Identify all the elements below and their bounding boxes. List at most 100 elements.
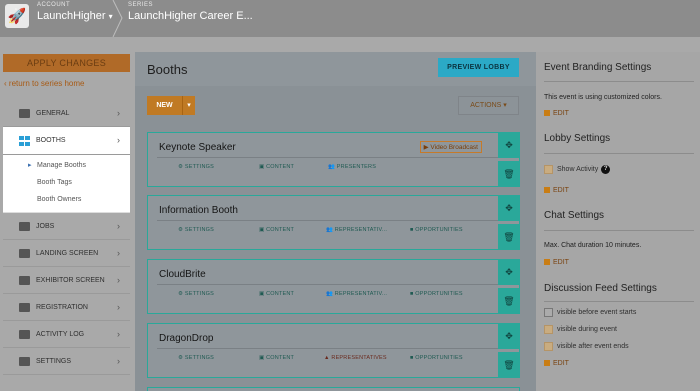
new-dropdown-caret-icon[interactable]: ▾ [182, 96, 195, 115]
booth-presenters-link[interactable]: 👥 PRESENTERS [328, 164, 376, 170]
rocket-logo-icon[interactable]: 🚀 [5, 4, 29, 28]
arrows-icon [18, 329, 30, 339]
account-selector[interactable]: ACCOUNT LaunchHigher ▾ [37, 2, 113, 22]
booth-action-column: ✥ 🗑 [498, 259, 520, 314]
sidebar-item-label: ACTIVITY LOG [36, 330, 85, 338]
feed-after-checkbox[interactable]: visible after event ends [544, 342, 629, 351]
sidebar-item-landing-screen[interactable]: LANDING SCREEN › [3, 240, 130, 267]
chat-text: Max. Chat duration 10 minutes. [544, 242, 642, 249]
chevron-right-icon: › [117, 248, 120, 258]
feed-during-checkbox[interactable]: visible during event [544, 325, 617, 334]
booths-panel: Booths PREVIEW LOBBY NEW ▾ ACTIONS ▾ Key… [135, 52, 536, 391]
new-booth-button[interactable]: NEW [147, 96, 182, 115]
booth-content-link[interactable]: ▣ CONTENT [259, 227, 294, 233]
gear-icon [18, 356, 30, 366]
trash-icon[interactable]: 🗑 [498, 352, 520, 378]
return-to-series-link[interactable]: ‹ return to series home [4, 79, 85, 88]
booth-content-link[interactable]: ▣ CONTENT [259, 291, 294, 297]
caret-down-icon: ▾ [503, 102, 507, 109]
edit-icon [544, 360, 550, 367]
move-icon[interactable]: ✥ [498, 259, 520, 285]
booth-action-column: ✥ 🗑 [498, 132, 520, 187]
move-icon[interactable]: ✥ [498, 323, 520, 349]
divider [157, 220, 503, 221]
edit-icon [544, 110, 550, 117]
series-caption: SERIES [128, 2, 154, 8]
edit-icon [544, 187, 550, 194]
booth-tag-label: Video Broadcast [430, 144, 478, 151]
submenu-booth-owners[interactable]: Booth Owners [3, 191, 130, 208]
show-activity-checkbox[interactable]: Show Activity? [544, 165, 611, 174]
submenu-manage-booths[interactable]: Manage Booths [3, 157, 130, 174]
divider [544, 301, 694, 302]
image-icon [18, 248, 30, 258]
booth-card: Information Booth ⚙ SETTINGS ▣ CONTENT 👥… [147, 195, 520, 250]
booth-action-column: ✥ 🗑 [498, 323, 520, 378]
sidebar-item-booths[interactable]: BOOTHS › [3, 127, 130, 155]
branding-edit-link[interactable]: EDIT [544, 110, 569, 117]
warning-icon: ▲ [324, 355, 330, 361]
sidebar-item-settings[interactable]: SETTINGS › [3, 348, 130, 375]
form-icon [18, 302, 30, 312]
branding-title: Event Branding Settings [544, 62, 652, 73]
apply-changes-button[interactable]: APPLY CHANGES [3, 54, 130, 72]
divider [544, 230, 694, 231]
image-icon [18, 275, 30, 285]
sidebar-item-activity-log[interactable]: ACTIVITY LOG › [3, 321, 130, 348]
booth-name: Information Booth [159, 205, 238, 216]
chevron-right-icon: › [117, 329, 120, 339]
chevron-left-icon: ‹ [4, 79, 7, 88]
booth-card: Keynote Speaker ▶ Video Broadcast ⚙ SETT… [147, 132, 520, 187]
booth-card [147, 387, 520, 391]
booth-name: CloudBrite [159, 269, 206, 280]
booth-representatives-link[interactable]: ▲ REPRESENTATIVES [324, 355, 387, 361]
feed-edit-link[interactable]: EDIT [544, 360, 569, 367]
page-title: Booths [147, 62, 188, 77]
series-selector[interactable]: SERIES LaunchHigher Career E... [128, 2, 253, 22]
divider [157, 157, 503, 158]
sidebar-item-label: JOBS [36, 222, 55, 230]
sidebar-item-label: BOOTHS [36, 137, 66, 144]
return-link-label: return to series home [8, 79, 85, 88]
help-icon[interactable]: ? [601, 165, 611, 174]
chat-edit-link[interactable]: EDIT [544, 259, 569, 266]
booth-name: DragonDrop [159, 333, 214, 344]
booth-settings-link[interactable]: ⚙ SETTINGS [178, 164, 214, 170]
booth-opportunities-link[interactable]: ■ OPPORTUNITIES [410, 355, 463, 361]
divider [544, 81, 694, 82]
booth-settings-link[interactable]: ⚙ SETTINGS [178, 291, 214, 297]
chevron-right-icon: › [117, 302, 120, 312]
actions-label: ACTIONS [470, 102, 502, 109]
checkbox-checked-icon [544, 342, 553, 351]
trash-icon[interactable]: 🗑 [498, 224, 520, 250]
booth-settings-link[interactable]: ⚙ SETTINGS [178, 227, 214, 233]
actions-dropdown-button[interactable]: ACTIONS ▾ [458, 96, 519, 115]
account-name: LaunchHigher [37, 10, 106, 22]
edit-icon [544, 259, 550, 266]
submenu-booth-tags[interactable]: Booth Tags [3, 174, 130, 191]
move-icon[interactable]: ✥ [498, 132, 520, 158]
booth-tag-badge: ▶ Video Broadcast [419, 141, 482, 153]
booth-representatives-link[interactable]: 👥 REPRESENTATIV... [326, 291, 387, 297]
booth-opportunities-link[interactable]: ■ OPPORTUNITIES [410, 227, 463, 233]
booth-content-link[interactable]: ▣ CONTENT [259, 355, 294, 361]
booth-card: CloudBrite ⚙ SETTINGS ▣ CONTENT 👥 REPRES… [147, 259, 520, 314]
booth-representatives-link[interactable]: 👥 REPRESENTATIV... [326, 227, 387, 233]
chat-title: Chat Settings [544, 210, 605, 221]
sidebar-item-general[interactable]: GENERAL › [3, 100, 130, 127]
trash-icon[interactable]: 🗑 [498, 288, 520, 314]
lobby-edit-link[interactable]: EDIT [544, 187, 569, 194]
booth-settings-link[interactable]: ⚙ SETTINGS [178, 355, 214, 361]
series-name: LaunchHigher Career E... [128, 10, 253, 22]
sidebar-item-exhibitor-screen[interactable]: EXHIBITOR SCREEN › [3, 267, 130, 294]
sidebar-item-registration[interactable]: REGISTRATION › [3, 294, 130, 321]
feed-before-checkbox[interactable]: visible before event starts [544, 308, 636, 317]
booth-content-link[interactable]: ▣ CONTENT [259, 164, 294, 170]
trash-icon[interactable]: 🗑 [498, 161, 520, 187]
move-icon[interactable]: ✥ [498, 195, 520, 221]
info-icon [18, 108, 30, 118]
booth-opportunities-link[interactable]: ■ OPPORTUNITIES [410, 291, 463, 297]
preview-lobby-button[interactable]: PREVIEW LOBBY [438, 58, 519, 77]
lobby-title: Lobby Settings [544, 133, 611, 144]
sidebar-item-jobs[interactable]: JOBS › [3, 213, 130, 240]
